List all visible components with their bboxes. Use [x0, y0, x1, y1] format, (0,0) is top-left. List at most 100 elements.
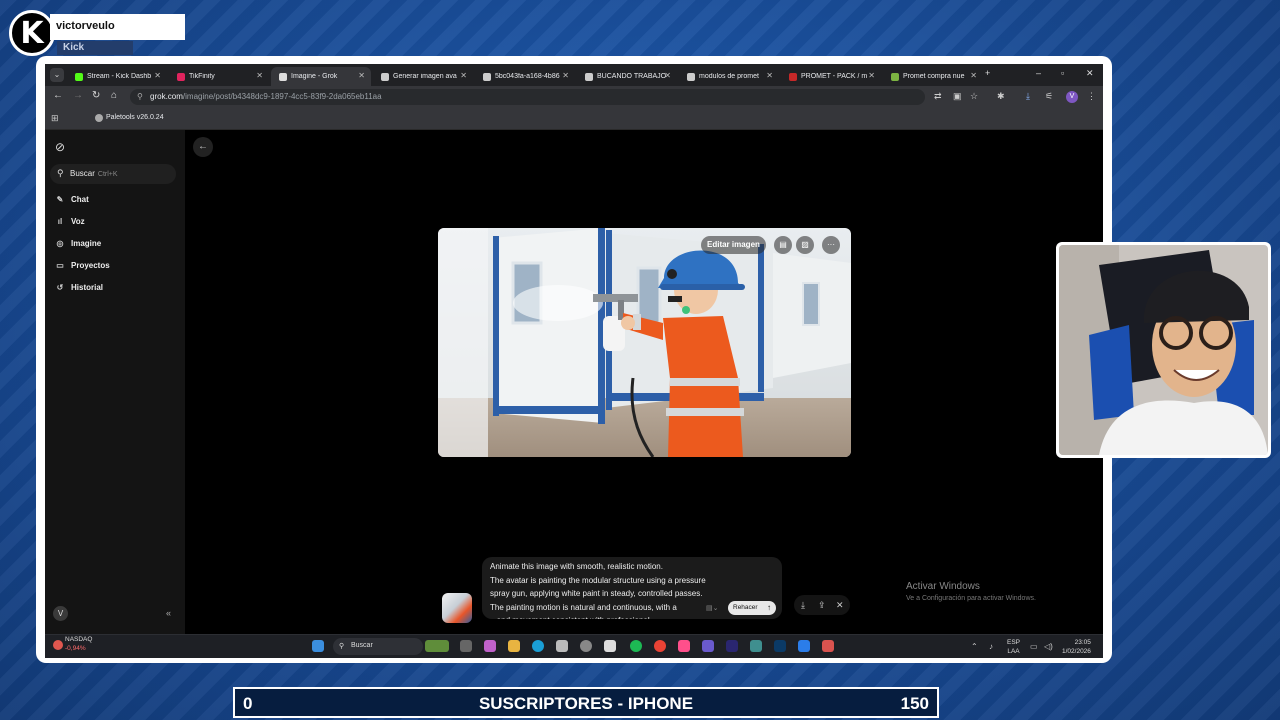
imagine-icon: ◎	[56, 238, 64, 248]
restore-button[interactable]: ▫	[1061, 68, 1064, 78]
download-icon[interactable]: ⤓	[1026, 91, 1030, 102]
chat-icon: ✎	[56, 194, 64, 204]
capture-icon[interactable]	[822, 640, 834, 652]
tab-favicon-icon	[891, 72, 899, 81]
user-avatar[interactable]: V	[53, 606, 68, 621]
reload-icon[interactable]: ↻	[92, 91, 100, 101]
network-icon[interactable]: ▭	[1030, 642, 1038, 651]
start-button-icon[interactable]	[312, 640, 324, 652]
prompt-text-line: Animate this image with smooth, realisti…	[490, 562, 663, 571]
browser-tab[interactable]: Imagine - Grok ✕	[271, 67, 371, 86]
browser-tab[interactable]: modulos de promet ✕	[679, 67, 779, 86]
image-icon[interactable]: ▨	[796, 236, 814, 254]
download-image-icon[interactable]: ⤓	[801, 600, 805, 611]
file-explorer-icon[interactable]	[508, 640, 520, 652]
task-view-icon[interactable]	[460, 640, 472, 652]
copilot-icon[interactable]	[484, 640, 496, 652]
discord-icon[interactable]	[702, 640, 714, 652]
profile-avatar[interactable]: V	[1066, 91, 1078, 103]
volume-icon[interactable]: ◁)	[1044, 642, 1053, 651]
tab-favicon-icon	[75, 72, 83, 81]
tab-close-icon[interactable]: ✕	[664, 71, 671, 80]
collapse-sidebar-icon[interactable]: «	[166, 608, 171, 618]
bookmark-star-icon[interactable]: ☆	[970, 91, 978, 102]
tab-close-icon[interactable]: ✕	[154, 71, 161, 80]
bookmark-paletools[interactable]: Paletools v26.0.24	[106, 114, 164, 121]
sidebar-item-imagine[interactable]: ◎ Imagine	[55, 235, 102, 251]
close-window-button[interactable]: ✕	[1086, 68, 1094, 79]
tab-title: Stream - Kick Dashb	[87, 73, 152, 80]
tab-favicon-icon	[687, 72, 695, 81]
browser-tab[interactable]: 5bc043fa-a168-4b86 ✕	[475, 67, 575, 86]
tab-search-button[interactable]: ⌄	[50, 68, 64, 82]
microphone-icon[interactable]: ♪	[989, 642, 993, 651]
new-tab-button[interactable]: +	[985, 68, 990, 78]
tab-close-icon[interactable]: ✕	[562, 71, 569, 80]
tab-close-icon[interactable]: ✕	[868, 71, 875, 80]
taskbar-search[interactable]: ⚲ Buscar	[333, 638, 423, 655]
close-icon[interactable]: ✕	[836, 600, 844, 611]
apps-grid-icon[interactable]: ⊞	[51, 113, 59, 124]
more-options-icon[interactable]: ···	[822, 236, 840, 254]
site-info-icon[interactable]: ⚲	[137, 92, 143, 101]
platform-label: Kick	[63, 42, 85, 53]
address-bar[interactable]: ⚲ grok.com/imagine/post/b4348dc9-1897-4c…	[130, 89, 925, 105]
stock-widget[interactable]: NASDAQ -0,94%	[65, 636, 92, 652]
browser-tab[interactable]: Generar imagen ava ✕	[373, 67, 473, 86]
model-select-icon[interactable]: ▤⌄	[706, 604, 718, 612]
minimize-button[interactable]: –	[1036, 68, 1041, 78]
terminal-icon[interactable]	[750, 640, 762, 652]
photoshop-icon[interactable]	[774, 640, 786, 652]
redo-button[interactable]: Rehacer ↑	[728, 601, 776, 615]
sidebar-item-historial[interactable]: ↺ Historial	[55, 279, 103, 295]
sidebar-item-proyectos[interactable]: ▭ Proyectos	[55, 257, 109, 273]
generated-image[interactable]: Editar imagen ▤ ▨ ···	[438, 228, 851, 457]
tiktok-icon[interactable]	[678, 640, 690, 652]
extensions-icon[interactable]: ✱	[997, 91, 1005, 102]
prompt-image-thumbnail[interactable]	[442, 593, 472, 623]
grok-logo-icon[interactable]: ⊘	[55, 140, 65, 154]
clock[interactable]: 23:05 1/02/2026	[1062, 638, 1091, 656]
browser-tab[interactable]: BUCANDO TRABAJO ✕	[577, 67, 677, 86]
share-icon[interactable]: ⇪	[818, 600, 826, 611]
tab-favicon-icon	[585, 72, 593, 81]
back-arrow-icon[interactable]: ←	[53, 91, 63, 101]
browser-tab[interactable]: Promet compra nue ✕	[883, 67, 983, 86]
back-button[interactable]: ←	[193, 137, 213, 157]
sidebar-item-chat[interactable]: ✎ Chat	[55, 191, 89, 207]
chrome-icon[interactable]	[654, 640, 666, 652]
spotify-icon[interactable]	[630, 640, 642, 652]
video-icon[interactable]: ▤	[774, 236, 792, 254]
tab-close-icon[interactable]: ✕	[358, 71, 365, 80]
widgets-icon[interactable]	[425, 640, 449, 652]
search-input[interactable]: ⚲ Buscar Ctrl+K	[50, 164, 176, 184]
translate-icon[interactable]: ⇄	[934, 91, 942, 102]
store-icon[interactable]	[556, 640, 568, 652]
prompt-box[interactable]: Animate this image with smooth, realisti…	[482, 557, 782, 619]
tab-close-icon[interactable]: ✕	[766, 71, 773, 80]
sidepanel-icon[interactable]: ⚟	[1045, 91, 1053, 102]
browser-tab[interactable]: Stream - Kick Dashb ✕	[67, 67, 167, 86]
app-icon[interactable]	[604, 640, 616, 652]
sidebar-item-label: Imagine	[71, 238, 102, 248]
home-icon[interactable]: ⌂	[111, 91, 117, 101]
search-icon: ⚲	[339, 643, 345, 650]
webcam-illustration	[1059, 245, 1268, 455]
settings-icon[interactable]	[580, 640, 592, 652]
cast-icon[interactable]: ▣	[953, 91, 962, 102]
tab-close-icon[interactable]: ✕	[970, 71, 977, 80]
tray-chevron-icon[interactable]: ⌃	[971, 642, 978, 651]
sidebar-item-voz[interactable]: ıl Voz	[55, 213, 85, 229]
platform-box: Kick	[57, 41, 133, 55]
premiere-icon[interactable]	[726, 640, 738, 652]
language-indicator[interactable]: ESP LAA	[1007, 638, 1020, 656]
edit-image-button[interactable]: Editar imagen	[701, 236, 766, 254]
remote-icon[interactable]	[798, 640, 810, 652]
forward-arrow-icon[interactable]: →	[73, 91, 83, 101]
tab-close-icon[interactable]: ✕	[256, 71, 263, 80]
browser-tab[interactable]: TikFinity ✕	[169, 67, 269, 86]
browser-tab[interactable]: PROMET - PACK / m ✕	[781, 67, 881, 86]
tab-close-icon[interactable]: ✕	[460, 71, 467, 80]
edge-icon[interactable]	[532, 640, 544, 652]
menu-kebab-icon[interactable]: ⋮	[1087, 91, 1096, 102]
